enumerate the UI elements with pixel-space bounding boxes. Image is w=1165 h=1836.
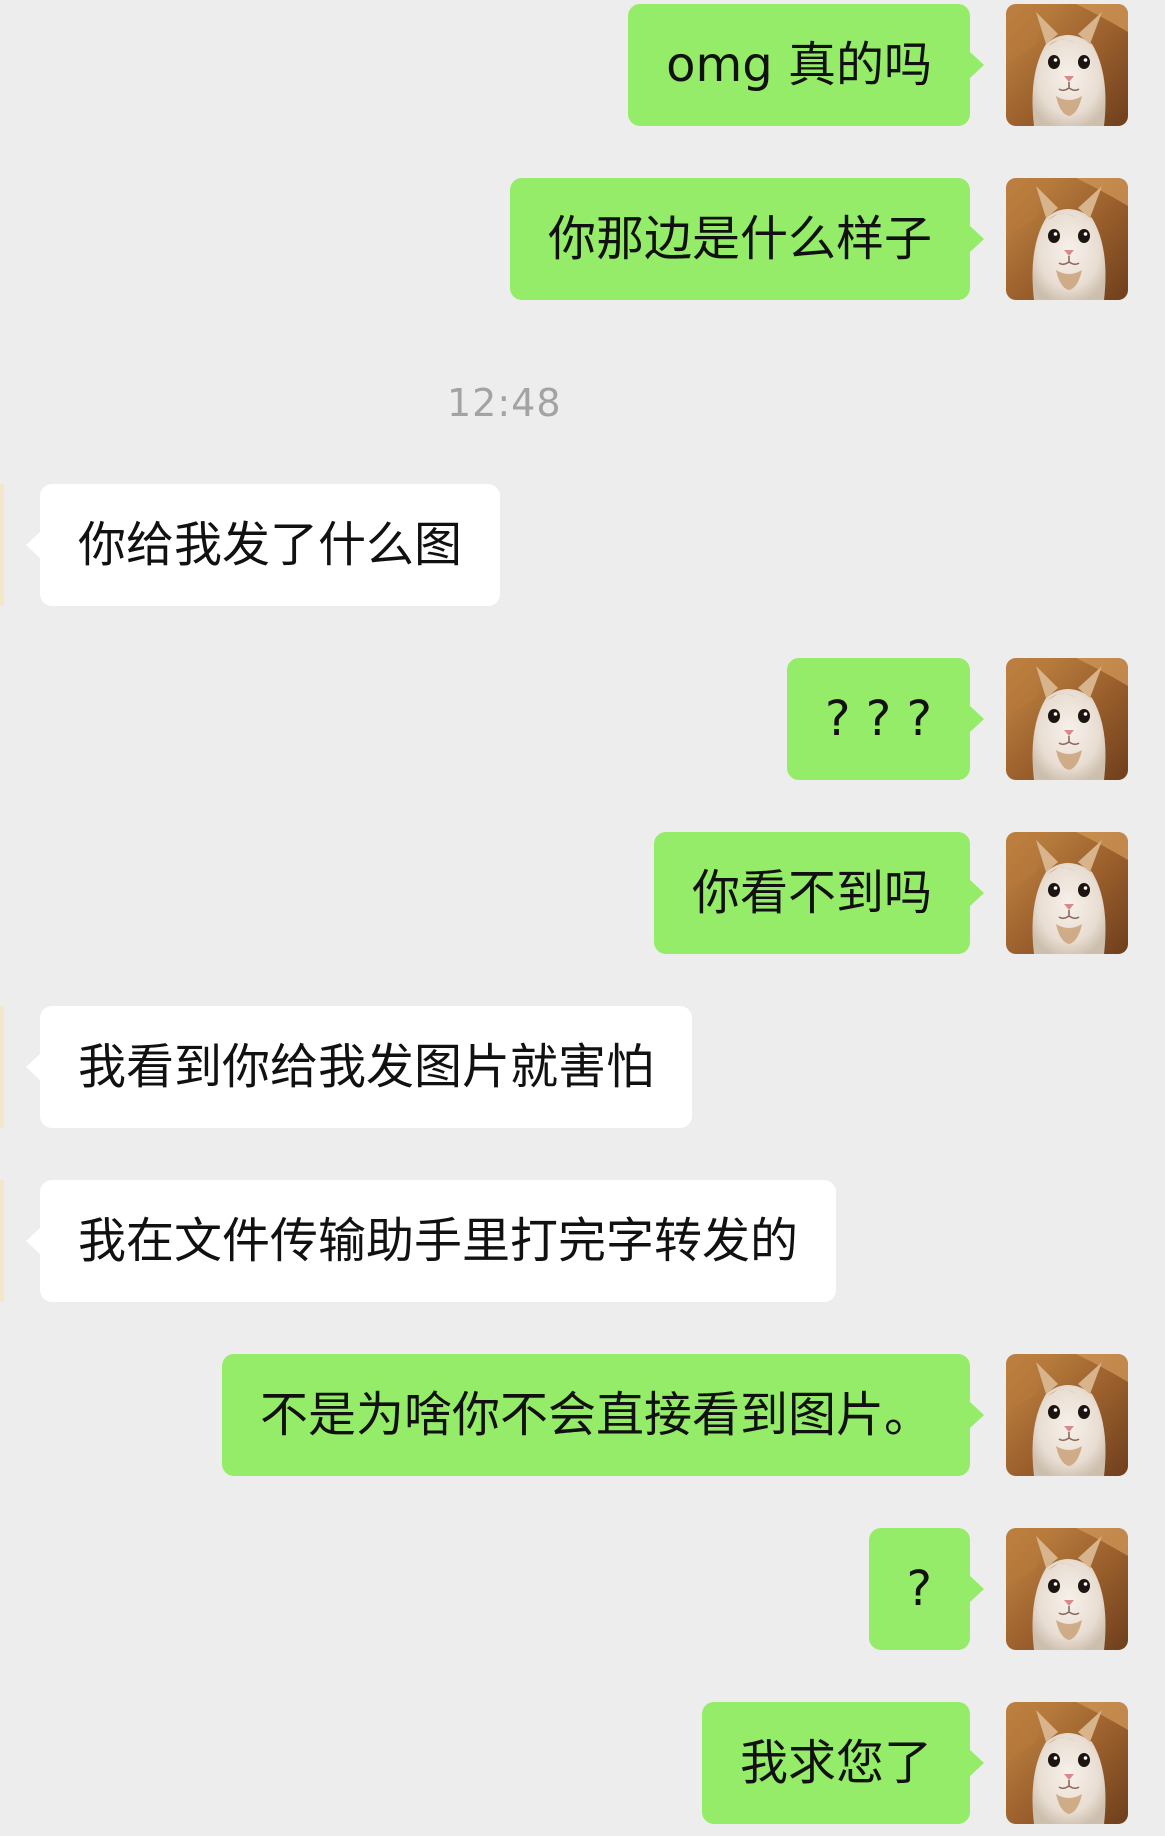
- peer-avatar[interactable]: [0, 1180, 4, 1302]
- message-bubble-received[interactable]: 我在文件传输助手里打完字转发的: [25, 1180, 837, 1302]
- message-bubble-received[interactable]: 你给我发了什么图: [25, 484, 501, 606]
- cat-avatar[interactable]: [1006, 1702, 1128, 1824]
- message-bubble-sent[interactable]: 不是为啥你不会直接看到图片。: [221, 1354, 985, 1476]
- cat-avatar[interactable]: [1006, 1528, 1128, 1650]
- message-bubble-sent[interactable]: 你看不到吗: [653, 832, 985, 954]
- message-bubble-sent[interactable]: 你那边是什么样子: [509, 178, 985, 300]
- message-bubble-sent[interactable]: ?: [868, 1528, 985, 1650]
- chat-timestamp: 12:48: [447, 381, 562, 425]
- message-bubble-sent[interactable]: omg 真的吗: [628, 4, 984, 126]
- cat-avatar[interactable]: [1006, 1354, 1128, 1476]
- cat-avatar[interactable]: [1006, 178, 1128, 300]
- message-bubble-received[interactable]: 我看到你给我发图片就害怕: [25, 1006, 693, 1128]
- cat-avatar[interactable]: [1006, 4, 1128, 126]
- cat-avatar[interactable]: [1006, 658, 1128, 780]
- peer-avatar[interactable]: [0, 1006, 4, 1128]
- message-bubble-sent[interactable]: ? ? ?: [787, 658, 984, 780]
- message-bubble-sent[interactable]: 我求您了: [701, 1702, 985, 1824]
- chat-area[interactable]: omg 真的吗 你那边是什么样子 12:48 你给我发了什么图 ? ? ? 你看…: [0, 0, 1165, 1836]
- cat-avatar[interactable]: [1006, 832, 1128, 954]
- peer-avatar[interactable]: [0, 484, 4, 606]
